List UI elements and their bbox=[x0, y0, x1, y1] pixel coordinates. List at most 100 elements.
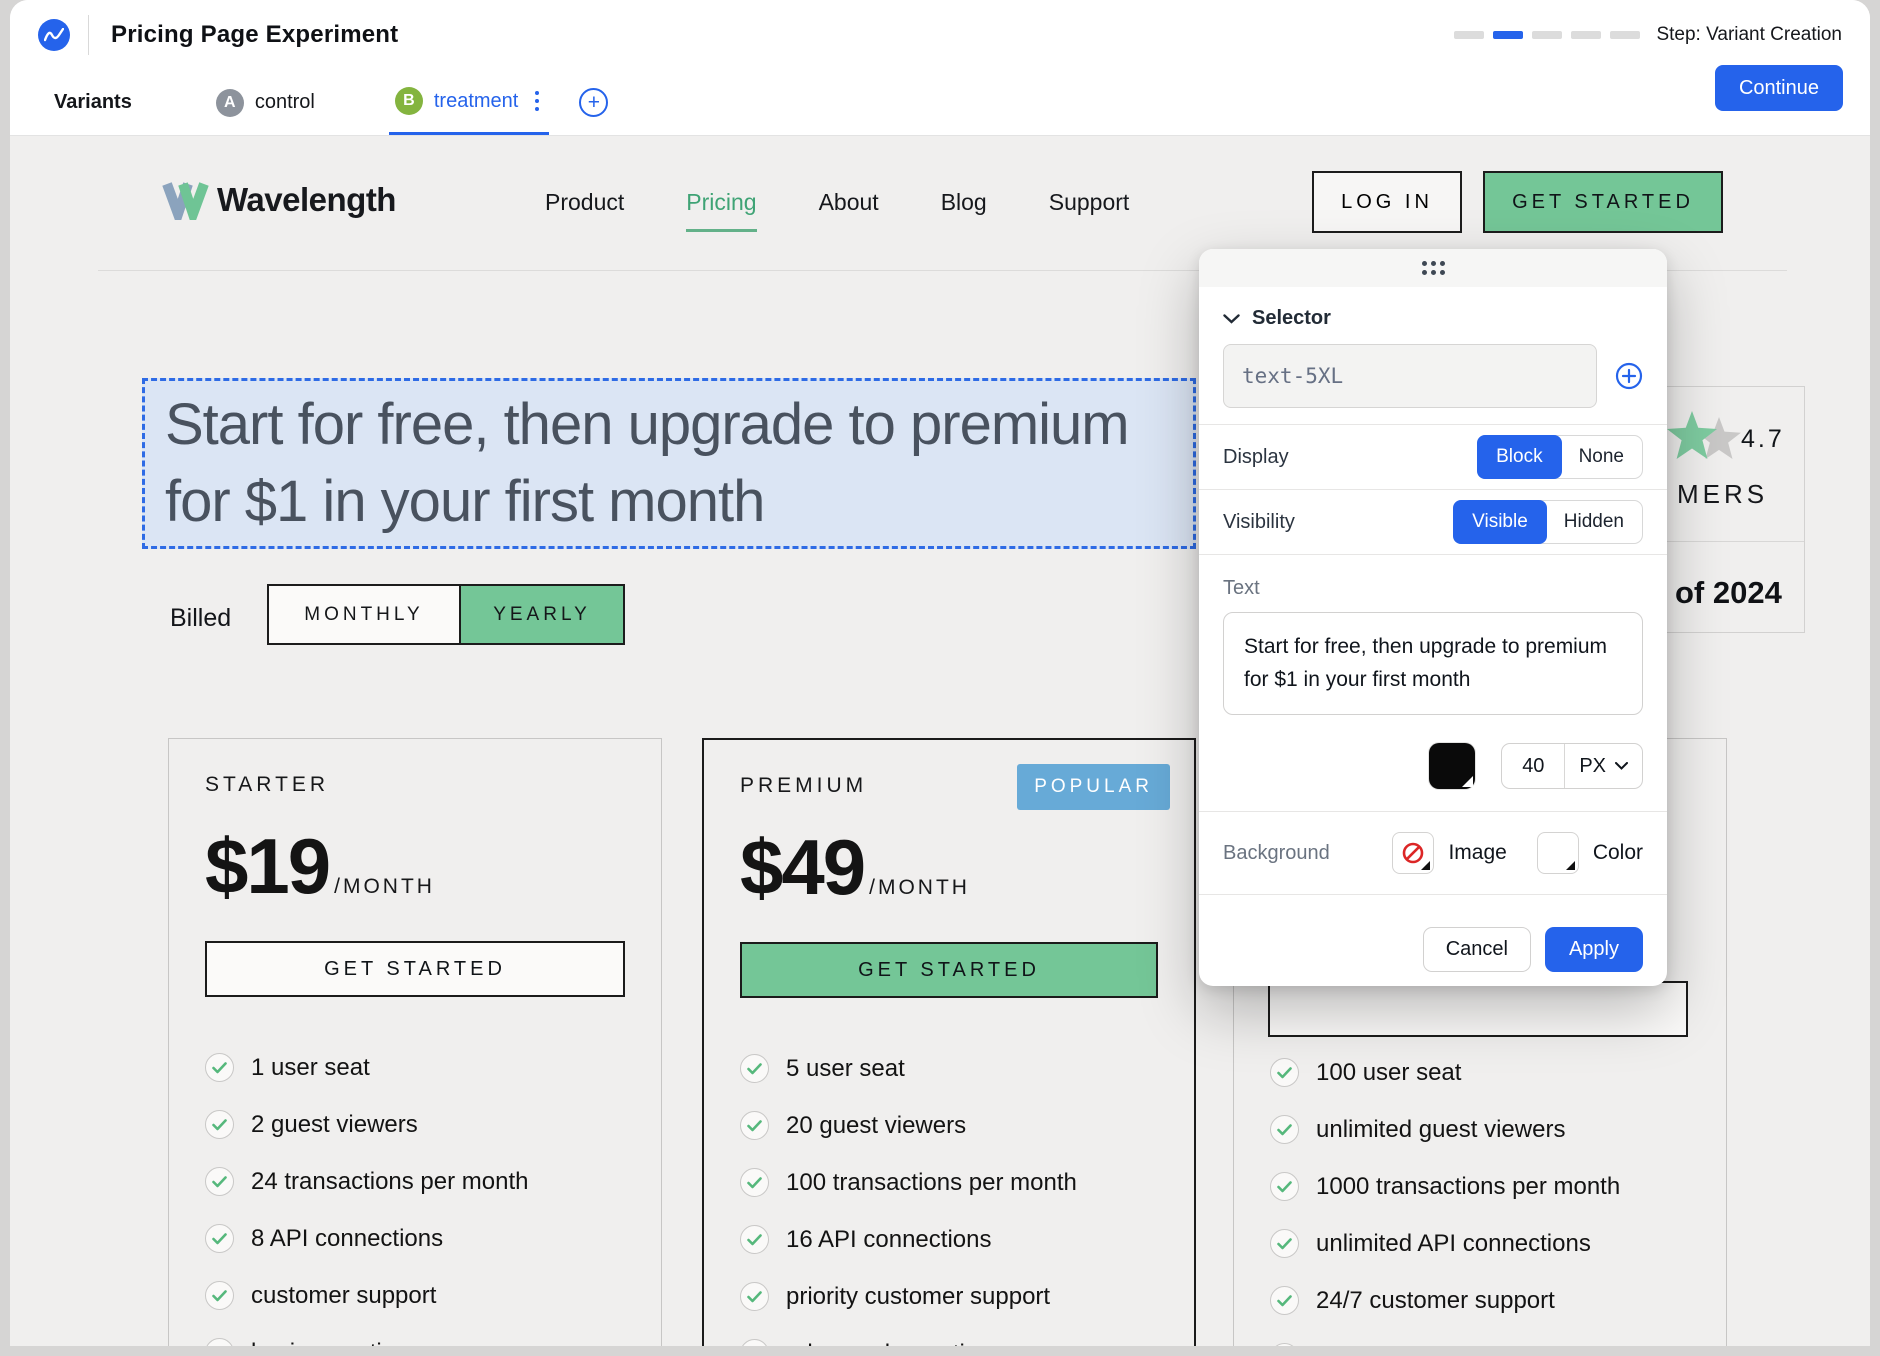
font-unit-dropdown[interactable]: PX bbox=[1564, 744, 1642, 788]
check-icon bbox=[740, 1168, 769, 1197]
check-icon bbox=[205, 1224, 234, 1253]
divider bbox=[1199, 554, 1667, 555]
display-label: Display bbox=[1223, 446, 1289, 469]
plan-card-premium: POPULAR PREMIUM $49 /MONTH GET STARTED 5… bbox=[702, 738, 1196, 1346]
add-selector-icon[interactable] bbox=[1615, 362, 1643, 390]
list-item: 24/7 customer support bbox=[1270, 1286, 1620, 1315]
check-icon bbox=[740, 1054, 769, 1083]
enterprise-get-started-button[interactable] bbox=[1268, 981, 1688, 1037]
plan-card-starter: STARTER $19 /MONTH GET STARTED 1 user se… bbox=[168, 738, 662, 1346]
background-color-swatch[interactable] bbox=[1537, 832, 1579, 874]
add-variant-button[interactable]: + bbox=[579, 88, 608, 117]
plan-period: /MONTH bbox=[869, 876, 970, 900]
experiment-title: Pricing Page Experiment bbox=[111, 21, 398, 49]
visibility-option-visible[interactable]: Visible bbox=[1453, 500, 1547, 544]
display-toggle: Block None bbox=[1477, 435, 1643, 479]
tab-variant-control[interactable]: A control bbox=[216, 70, 315, 135]
drag-handle-icon[interactable] bbox=[1422, 261, 1445, 275]
list-item: 20 guest viewers bbox=[740, 1111, 1158, 1140]
check-icon bbox=[740, 1282, 769, 1311]
feature-list: 100 user seat unlimited guest viewers 10… bbox=[1270, 1058, 1620, 1346]
site-brand[interactable]: Wavelength bbox=[161, 180, 396, 220]
premium-get-started-button[interactable]: GET STARTED bbox=[740, 942, 1158, 998]
list-item: super reporting bbox=[1270, 1343, 1620, 1346]
plan-price-row: $19 /MONTH bbox=[205, 829, 625, 903]
nav-item-support[interactable]: Support bbox=[1049, 189, 1130, 216]
variants-label: Variants bbox=[54, 91, 132, 114]
list-item: 100 user seat bbox=[1270, 1058, 1620, 1087]
visibility-option-hidden[interactable]: Hidden bbox=[1546, 501, 1642, 543]
selector-input[interactable]: text-5XL bbox=[1223, 344, 1597, 408]
panel-body: Selector text-5XL Display Block None bbox=[1199, 307, 1667, 895]
check-icon bbox=[1270, 1115, 1299, 1144]
starter-get-started-button[interactable]: GET STARTED bbox=[205, 941, 625, 997]
app-header: Pricing Page Experiment Step: Variant Cr… bbox=[10, 0, 1870, 70]
feature-list: 1 user seat 2 guest viewers 24 transacti… bbox=[205, 1053, 625, 1346]
nav-item-product[interactable]: Product bbox=[545, 189, 624, 216]
progress-dash bbox=[1571, 31, 1601, 39]
panel-footer: Cancel Apply bbox=[1199, 909, 1667, 972]
list-item: basic reporting bbox=[205, 1338, 625, 1346]
billing-monthly-option[interactable]: MONTHLY bbox=[269, 586, 461, 643]
wavelength-logo-icon bbox=[161, 180, 209, 220]
check-icon bbox=[205, 1110, 234, 1139]
check-icon bbox=[1270, 1172, 1299, 1201]
display-row: Display Block None bbox=[1223, 425, 1643, 489]
site-nav: Product Pricing About Blog Support bbox=[545, 189, 1129, 216]
billed-label: Billed bbox=[170, 604, 231, 633]
progress-indicator bbox=[1454, 31, 1640, 39]
check-icon bbox=[1270, 1229, 1299, 1258]
list-item: 24 transactions per month bbox=[205, 1167, 625, 1196]
apply-button[interactable]: Apply bbox=[1545, 927, 1643, 972]
background-label: Background bbox=[1223, 842, 1330, 865]
site-preview: Wavelength Product Pricing About Blog Su… bbox=[10, 136, 1870, 1346]
no-image-icon[interactable] bbox=[1392, 832, 1434, 874]
list-item: 8 API connections bbox=[205, 1224, 625, 1253]
text-color-swatch[interactable] bbox=[1429, 743, 1475, 789]
cancel-button[interactable]: Cancel bbox=[1423, 927, 1531, 972]
check-icon bbox=[205, 1338, 234, 1346]
list-item: 1 user seat bbox=[205, 1053, 625, 1082]
nav-item-pricing[interactable]: Pricing bbox=[686, 189, 756, 216]
variant-menu-icon[interactable] bbox=[531, 89, 543, 113]
visibility-label: Visibility bbox=[1223, 511, 1295, 534]
list-item: priority customer support bbox=[740, 1282, 1158, 1311]
list-item: unlimited API connections bbox=[1270, 1229, 1620, 1258]
billing-yearly-option[interactable]: YEARLY bbox=[461, 586, 623, 643]
divider bbox=[88, 15, 89, 55]
font-size-control: 40 PX bbox=[1501, 743, 1643, 789]
check-icon bbox=[740, 1339, 769, 1346]
text-content-input[interactable]: Start for free, then upgrade to premium … bbox=[1223, 612, 1643, 715]
selected-headline[interactable]: Start for free, then upgrade to premium … bbox=[142, 378, 1196, 549]
background-row: Background Image Color bbox=[1223, 812, 1643, 894]
check-icon bbox=[205, 1167, 234, 1196]
selector-section-header[interactable]: Selector bbox=[1223, 307, 1643, 330]
award-text: of 2024 bbox=[1675, 575, 1782, 611]
background-image-option: Image bbox=[1392, 832, 1506, 874]
progress-dash-active bbox=[1493, 31, 1523, 39]
panel-drag-bar[interactable] bbox=[1199, 249, 1667, 287]
check-icon bbox=[1270, 1058, 1299, 1087]
login-button[interactable]: LOG IN bbox=[1312, 171, 1462, 233]
nav-item-blog[interactable]: Blog bbox=[941, 189, 987, 216]
progress-dash bbox=[1532, 31, 1562, 39]
tab-variant-treatment[interactable]: B treatment bbox=[389, 70, 549, 135]
display-option-none[interactable]: None bbox=[1561, 436, 1642, 478]
font-size-input[interactable]: 40 bbox=[1502, 755, 1564, 778]
continue-button[interactable]: Continue bbox=[1715, 65, 1843, 111]
text-section-label: Text bbox=[1223, 577, 1643, 600]
nav-item-about[interactable]: About bbox=[819, 189, 879, 216]
progress-dash bbox=[1454, 31, 1484, 39]
list-item: advanced reporting bbox=[740, 1339, 1158, 1346]
header-get-started-button[interactable]: GET STARTED bbox=[1483, 171, 1723, 233]
check-icon bbox=[1270, 1343, 1299, 1346]
app-logo-icon bbox=[38, 19, 70, 51]
visibility-toggle: Visible Hidden bbox=[1453, 500, 1643, 544]
chevron-down-icon bbox=[1615, 762, 1628, 770]
site-brand-name: Wavelength bbox=[217, 181, 396, 219]
popular-badge: POPULAR bbox=[1017, 764, 1170, 810]
display-option-block[interactable]: Block bbox=[1477, 435, 1561, 479]
background-color-option: Color bbox=[1537, 832, 1643, 874]
check-icon bbox=[205, 1281, 234, 1310]
star-icon bbox=[1667, 411, 1717, 459]
